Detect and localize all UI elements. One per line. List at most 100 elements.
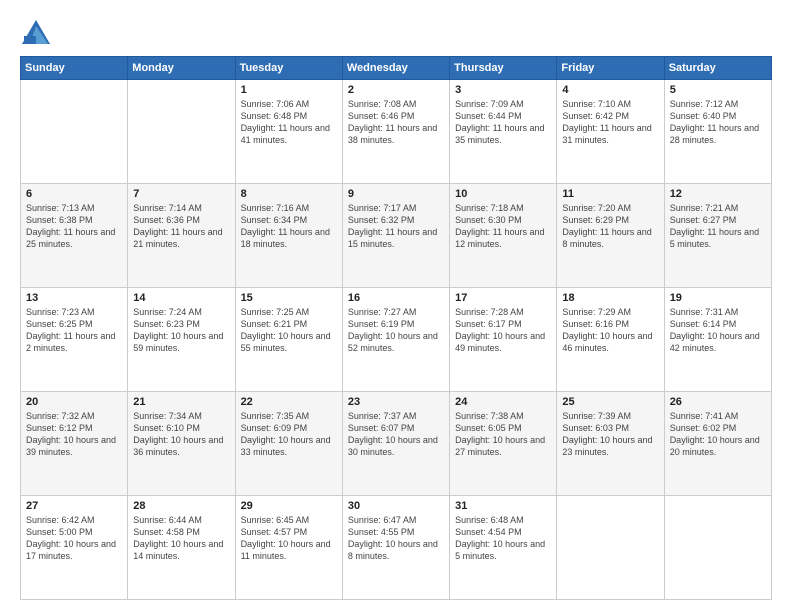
day-info: Sunrise: 7:12 AM Sunset: 6:40 PM Dayligh… — [670, 98, 766, 147]
calendar-week-5: 27 Sunrise: 6:42 AM Sunset: 5:00 PM Dayli… — [21, 496, 772, 600]
calendar-cell: 29Sunrise: 6:45 AM Sunset: 4:57 PM Dayli… — [235, 496, 342, 600]
day-number: 7 — [133, 188, 229, 200]
day-number: 28 — [133, 500, 229, 512]
calendar-cell: 30 Sunrise: 6:47 AM Sunset: 4:55 PM Dayli… — [342, 496, 449, 600]
day-info: Sunrise: 7:28 AM Sunset: 6:17 PM Dayligh… — [455, 306, 551, 355]
day-info: Sunrise: 7:09 AM Sunset: 6:44 PM Dayligh… — [455, 98, 551, 147]
day-info: Sunrise: 6:44 AM Sunset: 4:58 PM Dayligh… — [133, 514, 229, 563]
day-info: Sunrise: 7:06 AM Sunset: 6:48 PM Dayligh… — [241, 98, 337, 147]
day-info: Sunrise: 7:18 AM Sunset: 6:30 PM Dayligh… — [455, 202, 551, 251]
day-info: Sunrise: 7:08 AM Sunset: 6:46 PM Dayligh… — [348, 98, 444, 147]
day-info: Sunrise: 7:32 AM Sunset: 6:12 PM Dayligh… — [26, 410, 122, 459]
day-info: Sunrise: 7:24 AM Sunset: 6:23 PM Dayligh… — [133, 306, 229, 355]
day-number: 9 — [348, 188, 444, 200]
day-info: Sunrise: 7:27 AM Sunset: 6:19 PM Dayligh… — [348, 306, 444, 355]
day-number: 1 — [241, 84, 337, 96]
calendar-cell: 28 Sunrise: 6:44 AM Sunset: 4:58 PM Dayli… — [128, 496, 235, 600]
day-info: Sunrise: 7:25 AM Sunset: 6:21 PM Dayligh… — [241, 306, 337, 355]
day-info: Sunrise: 6:42 AM Sunset: 5:00 PM Dayligh… — [26, 514, 122, 563]
day-number: 3 — [455, 84, 551, 96]
day-number: 2 — [348, 84, 444, 96]
day-number: 30 — [348, 500, 444, 512]
page: SundayMondayTuesdayWednesdayThursdayFrid… — [0, 0, 792, 612]
calendar-cell: 6 Sunrise: 7:13 AM Sunset: 6:38 PM Daylig… — [21, 184, 128, 288]
calendar-cell: 1 Sunrise: 7:06 AM Sunset: 6:48 PM Daylig… — [235, 80, 342, 184]
day-number: 10 — [455, 188, 551, 200]
day-info: Sunrise: 6:45 AM Sunset: 4:57 PM Dayligh… — [241, 514, 337, 563]
day-info: Sunrise: 7:39 AM Sunset: 6:03 PM Dayligh… — [562, 410, 658, 459]
calendar-cell: 7 Sunrise: 7:14 AM Sunset: 6:36 PM Daylig… — [128, 184, 235, 288]
day-number: 18 — [562, 292, 658, 304]
day-number: 31 — [455, 500, 551, 512]
day-number: 16 — [348, 292, 444, 304]
calendar-cell — [21, 80, 128, 184]
calendar-table: SundayMondayTuesdayWednesdayThursdayFrid… — [20, 56, 772, 600]
calendar-cell: 25 Sunrise: 7:39 AM Sunset: 6:03 PM Dayli… — [557, 392, 664, 496]
calendar-header-row: SundayMondayTuesdayWednesdayThursdayFrid… — [21, 57, 772, 80]
day-info: Sunrise: 7:35 AM Sunset: 6:09 PM Dayligh… — [241, 410, 337, 459]
calendar-header-wednesday: Wednesday — [342, 57, 449, 80]
day-info: Sunrise: 7:41 AM Sunset: 6:02 PM Dayligh… — [670, 410, 766, 459]
calendar-header-saturday: Saturday — [664, 57, 771, 80]
day-info: Sunrise: 7:31 AM Sunset: 6:14 PM Dayligh… — [670, 306, 766, 355]
calendar-cell: 16 Sunrise: 7:27 AM Sunset: 6:19 PM Dayli… — [342, 288, 449, 392]
day-number: 20 — [26, 396, 122, 408]
day-info: Sunrise: 7:10 AM Sunset: 6:42 PM Dayligh… — [562, 98, 658, 147]
calendar-cell: 2 Sunrise: 7:08 AM Sunset: 6:46 PM Daylig… — [342, 80, 449, 184]
day-number: 19 — [670, 292, 766, 304]
day-info: Sunrise: 7:14 AM Sunset: 6:36 PM Dayligh… — [133, 202, 229, 251]
calendar-week-1: 1 Sunrise: 7:06 AM Sunset: 6:48 PM Daylig… — [21, 80, 772, 184]
calendar-cell: 23 Sunrise: 7:37 AM Sunset: 6:07 PM Dayli… — [342, 392, 449, 496]
calendar-cell: 26 Sunrise: 7:41 AM Sunset: 6:02 PM Dayli… — [664, 392, 771, 496]
day-number: 27 — [26, 500, 122, 512]
day-info: Sunrise: 7:29 AM Sunset: 6:16 PM Dayligh… — [562, 306, 658, 355]
day-number: 6 — [26, 188, 122, 200]
calendar-cell: 19 Sunrise: 7:31 AM Sunset: 6:14 PM Dayli… — [664, 288, 771, 392]
day-number: 26 — [670, 396, 766, 408]
calendar-week-4: 20 Sunrise: 7:32 AM Sunset: 6:12 PM Dayli… — [21, 392, 772, 496]
calendar-week-3: 13Sunrise: 7:23 AM Sunset: 6:25 PM Dayli… — [21, 288, 772, 392]
day-number: 8 — [241, 188, 337, 200]
day-number: 25 — [562, 396, 658, 408]
day-info: Sunrise: 7:17 AM Sunset: 6:32 PM Dayligh… — [348, 202, 444, 251]
day-info: Sunrise: 7:16 AM Sunset: 6:34 PM Dayligh… — [241, 202, 337, 251]
calendar-cell: 24 Sunrise: 7:38 AM Sunset: 6:05 PM Dayli… — [450, 392, 557, 496]
calendar-cell: 18 Sunrise: 7:29 AM Sunset: 6:16 PM Dayli… — [557, 288, 664, 392]
calendar-cell: 27 Sunrise: 6:42 AM Sunset: 5:00 PM Dayli… — [21, 496, 128, 600]
header — [20, 18, 772, 46]
calendar-cell: 31 Sunrise: 6:48 AM Sunset: 4:54 PM Dayli… — [450, 496, 557, 600]
calendar-cell: 13Sunrise: 7:23 AM Sunset: 6:25 PM Dayli… — [21, 288, 128, 392]
day-info: Sunrise: 7:38 AM Sunset: 6:05 PM Dayligh… — [455, 410, 551, 459]
calendar-header-tuesday: Tuesday — [235, 57, 342, 80]
calendar-cell — [128, 80, 235, 184]
day-info: Sunrise: 7:37 AM Sunset: 6:07 PM Dayligh… — [348, 410, 444, 459]
day-number: 23 — [348, 396, 444, 408]
calendar-cell: 11Sunrise: 7:20 AM Sunset: 6:29 PM Dayli… — [557, 184, 664, 288]
calendar-header-monday: Monday — [128, 57, 235, 80]
logo — [20, 18, 58, 46]
day-number: 17 — [455, 292, 551, 304]
calendar-header-thursday: Thursday — [450, 57, 557, 80]
day-number: 4 — [562, 84, 658, 96]
calendar-cell: 17 Sunrise: 7:28 AM Sunset: 6:17 PM Dayli… — [450, 288, 557, 392]
day-number: 24 — [455, 396, 551, 408]
day-info: Sunrise: 7:34 AM Sunset: 6:10 PM Dayligh… — [133, 410, 229, 459]
calendar-cell — [664, 496, 771, 600]
day-number: 12 — [670, 188, 766, 200]
calendar-cell: 8 Sunrise: 7:16 AM Sunset: 6:34 PM Daylig… — [235, 184, 342, 288]
calendar-cell: 4 Sunrise: 7:10 AM Sunset: 6:42 PM Daylig… — [557, 80, 664, 184]
calendar-header-sunday: Sunday — [21, 57, 128, 80]
calendar-week-2: 6 Sunrise: 7:13 AM Sunset: 6:38 PM Daylig… — [21, 184, 772, 288]
day-number: 21 — [133, 396, 229, 408]
day-info: Sunrise: 7:13 AM Sunset: 6:38 PM Dayligh… — [26, 202, 122, 251]
calendar-cell: 9 Sunrise: 7:17 AM Sunset: 6:32 PM Daylig… — [342, 184, 449, 288]
logo-icon — [20, 18, 52, 46]
day-info: Sunrise: 7:20 AM Sunset: 6:29 PM Dayligh… — [562, 202, 658, 251]
calendar-cell: 15Sunrise: 7:25 AM Sunset: 6:21 PM Dayli… — [235, 288, 342, 392]
calendar-cell: 20 Sunrise: 7:32 AM Sunset: 6:12 PM Dayli… — [21, 392, 128, 496]
day-number: 22 — [241, 396, 337, 408]
day-info: Sunrise: 6:47 AM Sunset: 4:55 PM Dayligh… — [348, 514, 444, 563]
day-info: Sunrise: 6:48 AM Sunset: 4:54 PM Dayligh… — [455, 514, 551, 563]
calendar-cell — [557, 496, 664, 600]
calendar-cell: 14Sunrise: 7:24 AM Sunset: 6:23 PM Dayli… — [128, 288, 235, 392]
